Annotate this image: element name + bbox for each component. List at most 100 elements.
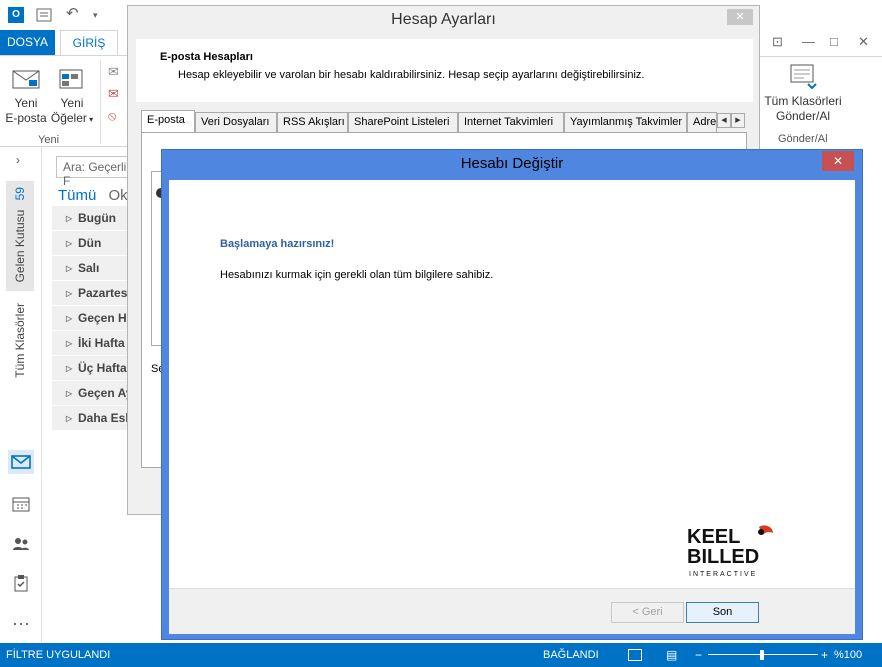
group-label: Pazartesi <box>78 286 131 300</box>
zoom-out-icon[interactable]: − <box>695 643 702 667</box>
collapse-triangle-icon: ▷ <box>66 264 73 273</box>
ignore-icon[interactable]: ✉ <box>108 64 119 80</box>
new-items-label-1: Yeni <box>60 96 84 110</box>
tab-internet-calendars[interactable]: Internet Takvimleri <box>458 112 564 132</box>
ready-message: Hesabınızı kurmak için gerekli olan tüm … <box>220 269 494 281</box>
group-label: İki Hafta Ö <box>78 336 132 350</box>
tab-scroll-left-icon[interactable]: ◀ <box>717 113 731 128</box>
account-settings-header: E-posta Hesapları Hesap ekleyebilir ve v… <box>136 39 753 102</box>
group-header[interactable]: ▷ Daha Eski <box>52 406 132 431</box>
tab-data-files[interactable]: Veri Dosyaları <box>195 112 277 132</box>
cleanup-icon[interactable]: ✉ <box>108 86 119 102</box>
new-items-button[interactable]: Yeni Öğeler ▾ <box>50 66 94 127</box>
tab-sharepoint-lists[interactable]: SharePoint Listeleri <box>348 112 458 132</box>
people-icon[interactable] <box>8 532 34 556</box>
send-receive-icon[interactable] <box>36 7 52 23</box>
group-header[interactable]: ▷ Geçen Ay <box>52 381 132 406</box>
customize-toolbar-icon[interactable]: ▾ <box>93 7 109 23</box>
message-group-list: ▷ Bugün ▷ Dün ▷ Salı ▷ Pazartesi ▷ Geçen Ha ▷… <box>52 206 132 431</box>
group-header[interactable]: ▷ Dün <box>52 231 132 256</box>
group-label: Bugün <box>78 211 116 225</box>
tab-published-calendars[interactable]: Yayımlanmış Takvimler <box>564 112 687 132</box>
email-accounts-heading: E-posta Hesapları <box>160 51 253 63</box>
tab-rss-feeds[interactable]: RSS Akışları <box>277 112 348 132</box>
filter-tabs: Tümü Ok <box>58 187 128 204</box>
change-account-body: Başlamaya hazırsınız! Hesabınızı kurmak … <box>169 180 855 588</box>
change-account-close-button[interactable]: ✕ <box>822 151 854 171</box>
collapse-triangle-icon: ▷ <box>66 364 73 373</box>
send-receive-all-button[interactable]: Tüm Klasörleri Gönder/Al <box>758 62 848 124</box>
new-items-label-2: Öğeler <box>50 111 87 125</box>
ribbon-group-sendreceive: Gönder/Al <box>778 133 828 145</box>
collapse-triangle-icon: ▷ <box>66 214 73 223</box>
group-header[interactable]: ▷ Pazartesi <box>52 281 132 306</box>
tab-scroll-right-icon[interactable]: ▶ <box>731 113 745 128</box>
account-settings-title: Hesap Ayarları <box>128 6 759 36</box>
email-accounts-description: Hesap ekleyebilir ve varolan bir hesabı … <box>178 69 645 81</box>
group-label: Geçen Ay <box>78 386 132 400</box>
collapse-triangle-icon: ▷ <box>66 339 73 348</box>
new-email-button[interactable]: Yeni E-posta <box>4 66 48 126</box>
tab-home[interactable]: GİRİŞ <box>60 30 118 55</box>
inbox-label: Gelen Kutusu <box>13 209 27 283</box>
help-icon[interactable]: ⊡ <box>772 34 783 50</box>
ribbon-divider <box>100 60 101 144</box>
group-header[interactable]: ▷ İki Hafta Ö <box>52 331 132 356</box>
status-bar: FİLTRE UYGULANDI BAĞLANDI ▤ − + %100 <box>0 643 882 667</box>
group-header[interactable]: ▷ Geçen Ha <box>52 306 132 331</box>
rail-all-folders[interactable]: Tüm Klasörler <box>13 303 27 378</box>
ribbon-tab-bar: DOSYA GİRİŞ <box>0 30 130 55</box>
more-icon[interactable]: ··· <box>8 611 34 635</box>
filter-all[interactable]: Tümü <box>58 187 96 204</box>
change-account-footer: < Geri Son <box>169 588 855 634</box>
logo-text-2: BILLED <box>687 546 759 568</box>
new-items-icon <box>59 69 83 89</box>
send-receive-all-label-1: Tüm Klasörleri <box>764 94 842 108</box>
connection-status: BAĞLANDI <box>543 649 599 661</box>
zoom-slider-thumb[interactable] <box>760 650 764 660</box>
maximize-icon[interactable]: □ <box>830 34 838 49</box>
filter-unread[interactable]: Ok <box>109 187 128 204</box>
change-account-title: Hesabı Değiştir <box>460 155 564 172</box>
change-account-dialog: Hesabı Değiştir ✕ Başlamaya hazırsınız! … <box>161 149 863 640</box>
new-email-label-2: E-posta <box>5 111 47 125</box>
group-header[interactable]: ▷ Üç Hafta Ö <box>52 356 132 381</box>
undo-icon[interactable]: ↶ <box>66 6 82 23</box>
finish-button[interactable]: Son <box>686 602 759 623</box>
back-button[interactable]: < Geri <box>611 602 684 623</box>
tab-address-books[interactable]: Adre <box>687 112 717 132</box>
group-header[interactable]: ▷ Salı <box>52 256 132 281</box>
normal-view-icon[interactable] <box>628 649 642 661</box>
collapse-triangle-icon: ▷ <box>66 314 73 323</box>
ribbon-right-area: ⊡ — □ ✕ Tüm Klasörleri Gönder/Al Gönder/… <box>757 30 882 147</box>
send-receive-all-label-2: Gönder/Al <box>775 109 831 123</box>
reading-view-icon[interactable]: ▤ <box>666 643 677 667</box>
mail-icon[interactable] <box>8 450 34 474</box>
dropdown-arrow-icon: ▾ <box>86 115 94 124</box>
tab-email[interactable]: E-posta <box>141 110 195 132</box>
zoom-level[interactable]: %100 <box>834 643 862 667</box>
zoom-in-icon[interactable]: + <box>821 643 828 667</box>
group-label: Salı <box>78 261 100 275</box>
inbox-count: 59 <box>13 187 27 201</box>
close-window-icon[interactable]: ✕ <box>858 34 869 50</box>
new-email-icon <box>12 70 40 89</box>
collapse-triangle-icon: ▷ <box>66 414 73 423</box>
group-label: Dün <box>78 236 102 250</box>
expand-pane-icon[interactable]: › <box>16 153 20 167</box>
minimize-icon[interactable]: — <box>802 34 815 49</box>
account-settings-close-button[interactable]: ✕ <box>727 9 753 25</box>
filter-applied-status: FİLTRE UYGULANDI <box>6 649 111 661</box>
junk-icon[interactable]: ⦸ <box>108 108 116 124</box>
tab-file[interactable]: DOSYA <box>0 30 55 55</box>
group-header[interactable]: ▷ Bugün <box>52 206 132 231</box>
calendar-icon[interactable] <box>8 492 34 516</box>
search-input[interactable]: Ara: Geçerli F <box>56 156 136 188</box>
ready-heading: Başlamaya hazırsınız! <box>220 238 335 250</box>
group-label: Daha Eski <box>78 411 132 425</box>
ribbon-home: Yeni E-posta Yeni Öğeler ▾ Yeni ✉ ✉ ⦸ <box>0 55 130 147</box>
logo-text-1: KEEL <box>687 526 740 548</box>
rail-inbox[interactable]: Gelen Kutusu 59 <box>6 181 34 291</box>
outlook-app-icon: O <box>8 7 24 23</box>
tasks-icon[interactable] <box>8 571 34 595</box>
